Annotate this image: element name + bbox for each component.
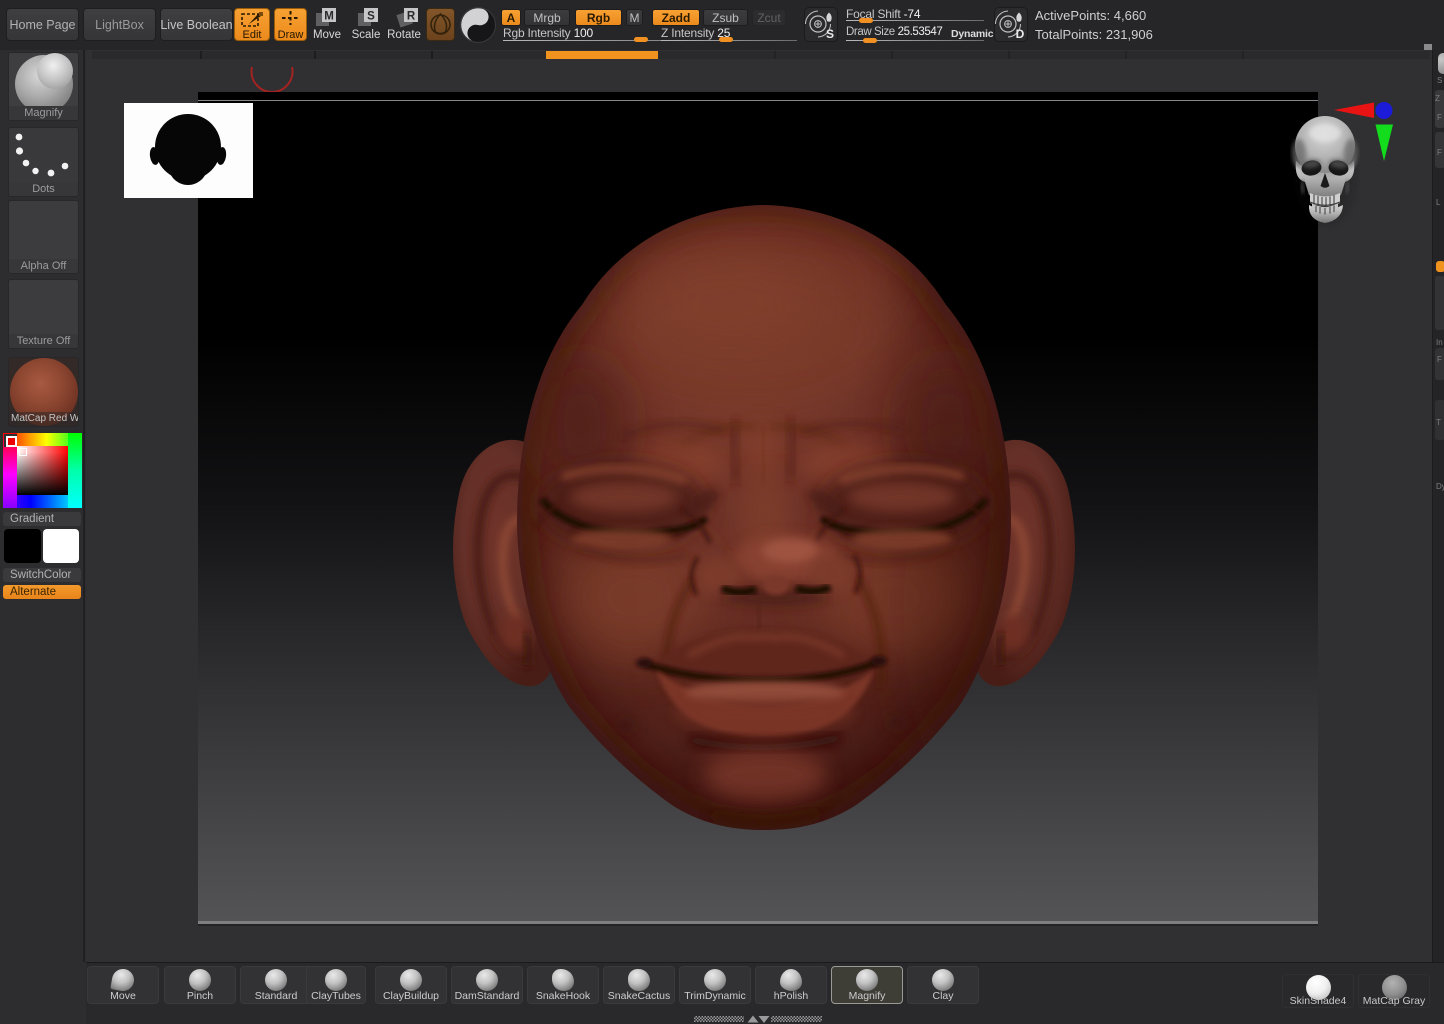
svg-text:Move: Move xyxy=(313,29,341,41)
svg-text:Edit: Edit xyxy=(243,29,262,40)
svg-text:M: M xyxy=(324,11,334,23)
svg-text:R: R xyxy=(407,11,416,23)
svg-text:S: S xyxy=(826,27,834,41)
svg-text:Draw: Draw xyxy=(278,29,304,40)
svg-text:D: D xyxy=(1016,27,1025,41)
svg-text:S: S xyxy=(367,11,375,23)
svg-text:Scale: Scale xyxy=(352,29,381,41)
svg-text:Rotate: Rotate xyxy=(387,29,421,41)
